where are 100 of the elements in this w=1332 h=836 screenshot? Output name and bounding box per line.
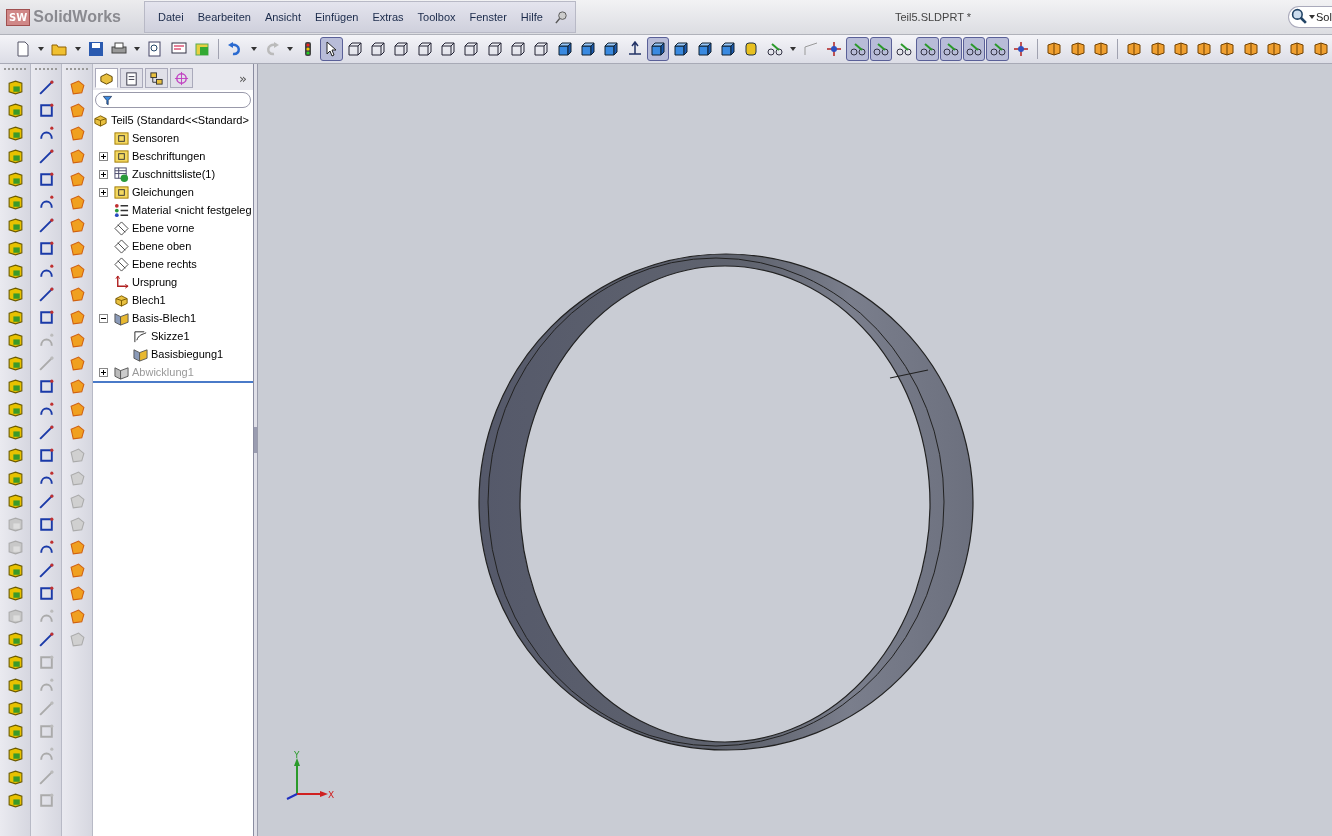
tree-item[interactable]: Basisbiegung1 bbox=[151, 348, 224, 360]
tool-icon[interactable] bbox=[6, 769, 24, 786]
cylinder-icon[interactable] bbox=[743, 41, 760, 57]
tool-icon[interactable] bbox=[6, 263, 24, 280]
tool-icon[interactable] bbox=[1289, 41, 1306, 57]
tool-icon[interactable] bbox=[6, 194, 24, 211]
pin-icon[interactable] bbox=[553, 9, 569, 25]
wireframe-cube-icon[interactable] bbox=[510, 41, 527, 57]
tool-icon[interactable] bbox=[6, 332, 24, 349]
menu-item[interactable]: Bearbeiten bbox=[190, 11, 258, 23]
dropdown-caret-icon[interactable] bbox=[286, 47, 293, 51]
glasses-icon[interactable] bbox=[919, 41, 936, 57]
tool-icon[interactable] bbox=[1266, 41, 1283, 57]
tool-icon[interactable] bbox=[6, 723, 24, 740]
cube-icon[interactable] bbox=[673, 41, 690, 57]
glasses-icon[interactable] bbox=[872, 41, 889, 57]
panel-tab[interactable] bbox=[120, 68, 143, 88]
tool-icon[interactable] bbox=[1196, 41, 1213, 57]
tree-item[interactable]: Material <nicht festgeleg bbox=[132, 204, 252, 216]
tool-icon[interactable] bbox=[1092, 41, 1109, 57]
tool-icon[interactable] bbox=[6, 125, 24, 142]
form-icon[interactable] bbox=[170, 41, 187, 57]
tool-icon[interactable] bbox=[1149, 41, 1166, 57]
tool-icon[interactable] bbox=[6, 677, 24, 694]
dropdown-caret-icon[interactable] bbox=[38, 47, 45, 51]
tool-icon[interactable] bbox=[37, 493, 55, 510]
new-document-icon[interactable] bbox=[15, 41, 32, 57]
tool-icon[interactable] bbox=[37, 539, 55, 556]
dropdown-caret-icon[interactable] bbox=[250, 47, 257, 51]
tree-item[interactable]: Teil5 (Standard<<Standard> bbox=[111, 114, 249, 126]
tool-icon[interactable] bbox=[1219, 41, 1236, 57]
tree-item[interactable]: Gleichungen bbox=[132, 186, 194, 198]
tool-icon[interactable] bbox=[6, 401, 24, 418]
tool-icon[interactable] bbox=[37, 240, 55, 257]
arrow-up-icon[interactable] bbox=[626, 41, 643, 57]
dropdown-caret-icon[interactable] bbox=[74, 47, 81, 51]
menu-item[interactable]: Einfügen bbox=[308, 11, 366, 23]
tool-icon[interactable] bbox=[37, 585, 55, 602]
wireframe-cube-icon[interactable] bbox=[533, 41, 550, 57]
tool-icon[interactable] bbox=[6, 240, 24, 257]
tool-icon[interactable] bbox=[6, 378, 24, 395]
tool-icon[interactable] bbox=[1172, 41, 1189, 57]
tool-icon[interactable] bbox=[37, 516, 55, 533]
tool-icon[interactable] bbox=[1046, 41, 1063, 57]
cube-icon[interactable] bbox=[720, 41, 736, 57]
tool-icon[interactable] bbox=[37, 148, 55, 165]
tree-item[interactable]: Ebene rechts bbox=[132, 258, 197, 270]
tool-icon[interactable] bbox=[37, 447, 55, 464]
tool-icon[interactable] bbox=[37, 631, 55, 648]
tool-icon[interactable] bbox=[37, 217, 55, 234]
tool-icon[interactable] bbox=[6, 792, 24, 809]
menu-item[interactable]: Hilfe bbox=[513, 11, 550, 23]
dropdown-caret-icon[interactable] bbox=[134, 47, 141, 51]
tree-item[interactable]: Beschriftungen bbox=[132, 150, 206, 162]
tool-icon[interactable] bbox=[37, 470, 55, 487]
move-icon[interactable] bbox=[826, 41, 843, 57]
tool-icon[interactable] bbox=[1312, 41, 1329, 57]
glasses-icon[interactable] bbox=[849, 41, 866, 57]
move-icon[interactable] bbox=[1012, 41, 1029, 57]
tool-icon[interactable] bbox=[37, 424, 55, 441]
cube-icon[interactable] bbox=[556, 41, 573, 57]
dropdown-caret-icon[interactable] bbox=[789, 47, 796, 51]
glasses-icon[interactable] bbox=[966, 41, 983, 57]
tool-icon[interactable] bbox=[37, 562, 55, 579]
tool-icon[interactable] bbox=[6, 148, 24, 165]
tool-icon[interactable] bbox=[37, 171, 55, 188]
tool-icon[interactable] bbox=[6, 79, 24, 96]
printer-icon[interactable] bbox=[111, 41, 128, 57]
tool-icon[interactable] bbox=[37, 309, 55, 326]
expand-icon[interactable] bbox=[99, 187, 108, 197]
wireframe-cube-icon[interactable] bbox=[486, 41, 503, 57]
tree-item[interactable]: Sensoren bbox=[132, 132, 180, 144]
cube-icon[interactable] bbox=[603, 41, 620, 57]
wireframe-cube-icon[interactable] bbox=[346, 41, 363, 57]
tree-item[interactable]: Zuschnittsliste(1) bbox=[132, 168, 216, 180]
cube-icon[interactable] bbox=[696, 41, 713, 57]
tool-icon[interactable] bbox=[6, 309, 24, 326]
expand-button[interactable]: » bbox=[239, 70, 247, 86]
tool-icon[interactable] bbox=[6, 493, 24, 510]
wireframe-cube-icon[interactable] bbox=[440, 41, 457, 57]
expand-icon[interactable] bbox=[99, 169, 108, 179]
menu-item[interactable]: Ansicht bbox=[257, 11, 308, 23]
tool-icon[interactable] bbox=[6, 286, 24, 303]
tree-item[interactable]: Ebene oben bbox=[132, 240, 192, 252]
tree-item[interactable]: Basis-Blech1 bbox=[132, 312, 197, 324]
tool-icon[interactable] bbox=[37, 378, 55, 395]
tool-icon[interactable] bbox=[37, 263, 55, 280]
tool-icon[interactable] bbox=[37, 401, 55, 418]
wireframe-cube-icon[interactable] bbox=[393, 41, 410, 57]
tool-icon[interactable] bbox=[1242, 41, 1259, 57]
tool-icon[interactable] bbox=[6, 424, 24, 441]
wireframe-cube-icon[interactable] bbox=[416, 41, 433, 57]
box-icon[interactable] bbox=[194, 41, 211, 57]
tool-icon[interactable] bbox=[6, 585, 24, 602]
menu-item[interactable]: Toolbox bbox=[410, 11, 463, 23]
tool-icon[interactable] bbox=[6, 562, 24, 579]
tool-icon[interactable] bbox=[1126, 41, 1143, 57]
panel-tab[interactable] bbox=[95, 68, 118, 88]
tool-icon[interactable] bbox=[1069, 41, 1086, 57]
tool-icon[interactable] bbox=[6, 447, 24, 464]
